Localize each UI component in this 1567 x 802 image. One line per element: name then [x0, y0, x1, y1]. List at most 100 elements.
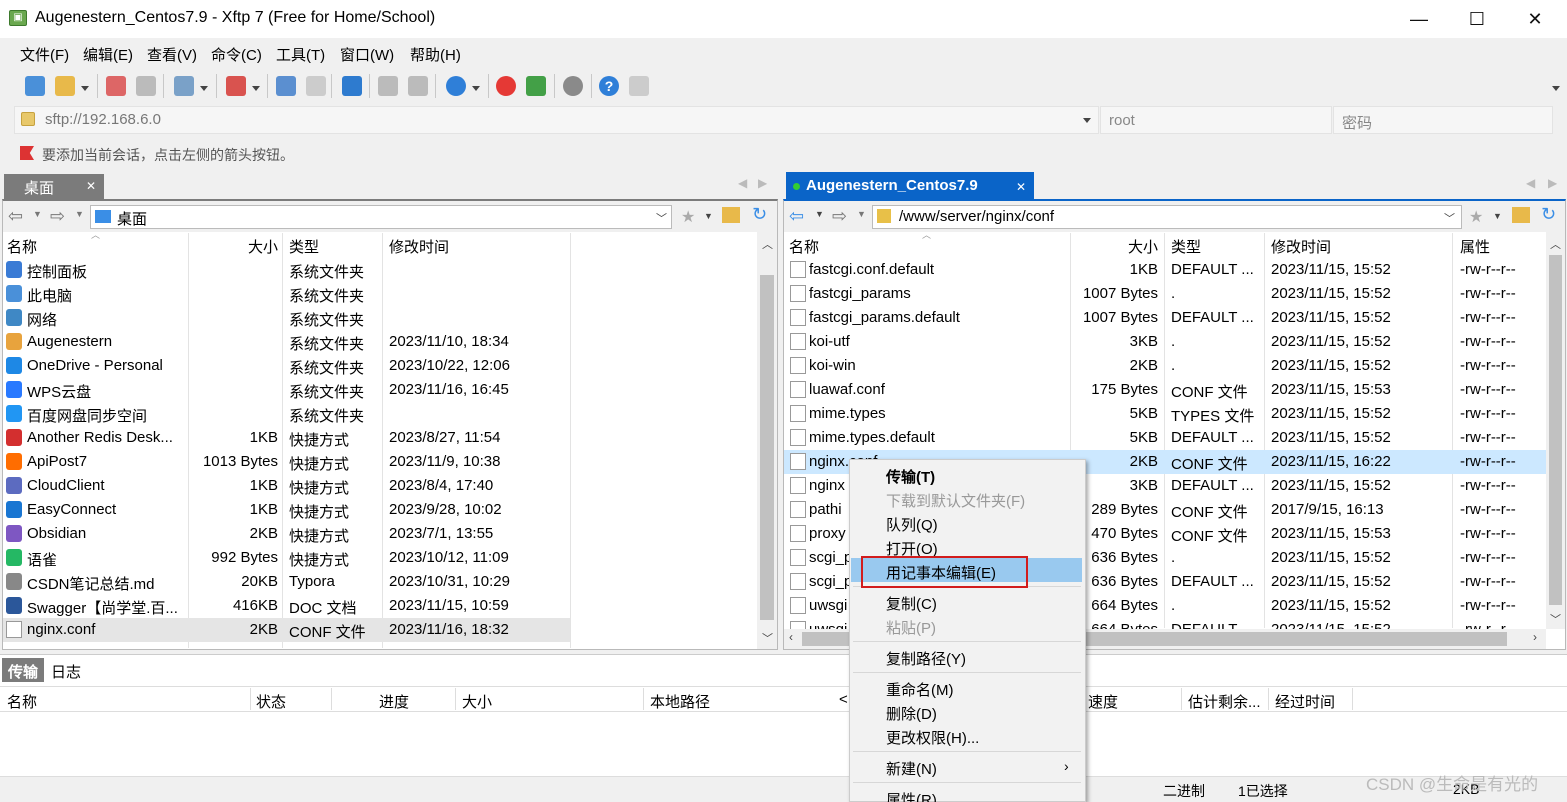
context-item-0[interactable]: 传输(T) [886, 466, 935, 487]
tab-log[interactable]: 日志 [45, 658, 87, 682]
context-item-8[interactable]: 重命名(M) [886, 679, 954, 700]
open-dropdown-icon[interactable] [81, 86, 89, 91]
table-row[interactable]: Swagger【尚学堂.百... 416KB DOC 文档 2023/11/15, 1… [3, 594, 570, 618]
forward-icon[interactable]: ⇨ [832, 206, 847, 227]
back-dropdown-icon[interactable]: ▼ [815, 209, 824, 219]
open-folder-icon[interactable] [55, 76, 75, 96]
upload-icon[interactable] [276, 76, 296, 96]
table-row[interactable]: mime.types.default 5KB DEFAULT ... 2023/11/… [784, 426, 1546, 450]
table-row[interactable]: Augenestern 系统文件夹 2023/11/10, 18:34 [3, 330, 570, 354]
menu-item-1[interactable]: 编辑(E) [83, 44, 133, 65]
context-item-7[interactable]: 复制路径(Y) [886, 648, 966, 669]
transfer-col-4[interactable]: 本地路径 [650, 691, 710, 712]
table-row[interactable]: ApiPost7 1013 Bytes 快捷方式 2023/11/9, 10:38 [3, 450, 570, 474]
table-row[interactable]: 网络 系统文件夹 [3, 306, 570, 330]
view-options-icon[interactable] [174, 76, 194, 96]
table-row[interactable]: OneDrive - Personal 系统文件夹 2023/10/22, 12:0… [3, 354, 570, 378]
scroll-up-icon[interactable]: ︿ [762, 236, 773, 252]
tab-scroll-right-icon[interactable]: ▶ [758, 176, 767, 190]
forward-dropdown-icon[interactable]: ▼ [75, 209, 84, 219]
back-dropdown-icon[interactable]: ▼ [33, 209, 42, 219]
col-type[interactable]: 类型 [289, 236, 319, 257]
table-row[interactable]: EasyConnect 1KB 快捷方式 2023/9/28, 10:02 [3, 498, 570, 522]
transfer-col-1[interactable]: 状态 [256, 691, 286, 712]
local-path-field[interactable] [90, 205, 672, 229]
path-dropdown-icon[interactable]: ﹀ [656, 210, 667, 226]
col-size[interactable]: 大小 [1072, 236, 1158, 257]
table-row[interactable]: koi-win 2KB. 2023/11/15, 15:52 -rw-r--r-- [784, 354, 1546, 378]
username-field[interactable]: root [1100, 106, 1332, 134]
table-row[interactable]: 百度网盘同步空间 系统文件夹 [3, 402, 570, 426]
tab-transfer[interactable]: 传输 [2, 658, 45, 682]
path-dropdown-icon[interactable]: ﹀ [1444, 210, 1455, 226]
menu-item-5[interactable]: 窗口(W) [340, 44, 394, 65]
minimize-button[interactable]: — [1390, 4, 1448, 34]
transfer-mode[interactable]: 二进制 [1163, 781, 1205, 801]
col-modified[interactable]: 修改时间 [389, 236, 449, 257]
scroll-right-icon[interactable]: › [1533, 630, 1537, 644]
col-modified[interactable]: 修改时间 [1271, 236, 1331, 257]
copy-icon[interactable] [378, 76, 398, 96]
connect-icon[interactable] [106, 76, 126, 96]
table-row[interactable]: koi-utf 3KB. 2023/11/15, 15:52 -rw-r--r-- [784, 330, 1546, 354]
xshell-icon[interactable] [496, 76, 516, 96]
transfer-col-6[interactable]: 速度 [1088, 691, 1118, 712]
col-type[interactable]: 类型 [1171, 236, 1201, 257]
xftp-icon[interactable] [526, 76, 546, 96]
toolbar-overflow-icon[interactable] [1552, 86, 1560, 91]
transfer-col-7[interactable]: 估计剩余... [1188, 691, 1261, 712]
forward-dropdown-icon[interactable]: ▼ [857, 209, 866, 219]
transfer-col-3[interactable]: 大小 [462, 691, 492, 712]
new-session-icon[interactable] [25, 76, 45, 96]
menu-item-3[interactable]: 命令(C) [211, 44, 262, 65]
transfer-col-5[interactable]: < [839, 691, 848, 708]
col-attributes[interactable]: 属性 [1460, 236, 1490, 257]
col-name[interactable]: 名称 [7, 236, 37, 257]
table-row[interactable]: 控制面板 系统文件夹 [3, 258, 570, 282]
table-row[interactable]: CSDN笔记总结.md 20KB Typora 2023/10/31, 10:29 [3, 570, 570, 594]
table-row[interactable]: mime.types 5KB TYPES 文件 2023/11/15, 15:52 -r… [784, 402, 1546, 426]
col-size[interactable]: 大小 [190, 236, 278, 257]
scroll-up-icon[interactable]: ︿ [1550, 236, 1561, 252]
close-tab-icon[interactable]: ✕ [86, 179, 96, 193]
context-item-11[interactable]: 新建(N) [886, 758, 937, 779]
address-dropdown-icon[interactable] [1083, 118, 1091, 123]
table-row[interactable]: 语雀 992 Bytes 快捷方式 2023/10/12, 11:09 [3, 546, 570, 570]
disconnect-icon[interactable] [136, 76, 156, 96]
terminal-dropdown-icon[interactable] [252, 86, 260, 91]
scroll-down-icon[interactable]: ﹀ [762, 630, 773, 646]
context-item-10[interactable]: 更改权限(H)... [886, 727, 979, 748]
scroll-thumb[interactable] [1549, 255, 1562, 605]
scroll-thumb[interactable] [760, 275, 774, 620]
table-row[interactable]: Another Redis Desk... 1KB 快捷方式 2023/8/27, 1… [3, 426, 570, 450]
menu-item-6[interactable]: 帮助(H) [410, 44, 461, 65]
transfer-col-8[interactable]: 经过时间 [1275, 691, 1335, 712]
table-row[interactable]: luawaf.conf 175 Bytes CONF 文件 2023/11/15, 1… [784, 378, 1546, 402]
refresh-icon[interactable]: ↻ [1541, 204, 1556, 225]
scroll-down-icon[interactable]: ﹀ [1550, 611, 1561, 627]
bookmark-dropdown-icon[interactable]: ▼ [1493, 211, 1502, 221]
sync-transfer-icon[interactable] [342, 76, 362, 96]
globe-icon[interactable] [446, 76, 466, 96]
context-item-5[interactable]: 复制(C) [886, 593, 937, 614]
table-row[interactable]: 此电脑 系统文件夹 [3, 282, 570, 306]
address-bar[interactable] [14, 106, 1099, 134]
settings-gear-icon[interactable] [563, 76, 583, 96]
bookmark-dropdown-icon[interactable]: ▼ [704, 211, 713, 221]
table-row[interactable]: nginx.conf 2KB CONF 文件 2023/11/16, 18:32 [3, 618, 570, 642]
col-name[interactable]: 名称 [789, 236, 819, 257]
address-input[interactable]: sftp://192.168.6.0 [45, 111, 161, 128]
close-tab-icon[interactable]: ✕ [1016, 180, 1026, 194]
table-row[interactable]: WPS云盘 系统文件夹 2023/11/16, 16:45 [3, 378, 570, 402]
table-row[interactable]: CloudClient 1KB 快捷方式 2023/8/4, 17:40 [3, 474, 570, 498]
menu-item-2[interactable]: 查看(V) [147, 44, 197, 65]
close-button[interactable]: ✕ [1506, 4, 1564, 34]
tab-scroll-right-icon[interactable]: ▶ [1548, 176, 1557, 190]
paste-icon[interactable] [408, 76, 428, 96]
context-item-2[interactable]: 队列(Q) [886, 514, 938, 535]
session-arrow-icon[interactable] [20, 146, 34, 160]
table-row[interactable]: fastcgi.conf.default 1KB DEFAULT ... 2023/1… [784, 258, 1546, 282]
back-icon[interactable]: ⇦ [789, 206, 804, 227]
download-icon[interactable] [306, 76, 326, 96]
back-icon[interactable]: ⇦ [8, 206, 23, 227]
